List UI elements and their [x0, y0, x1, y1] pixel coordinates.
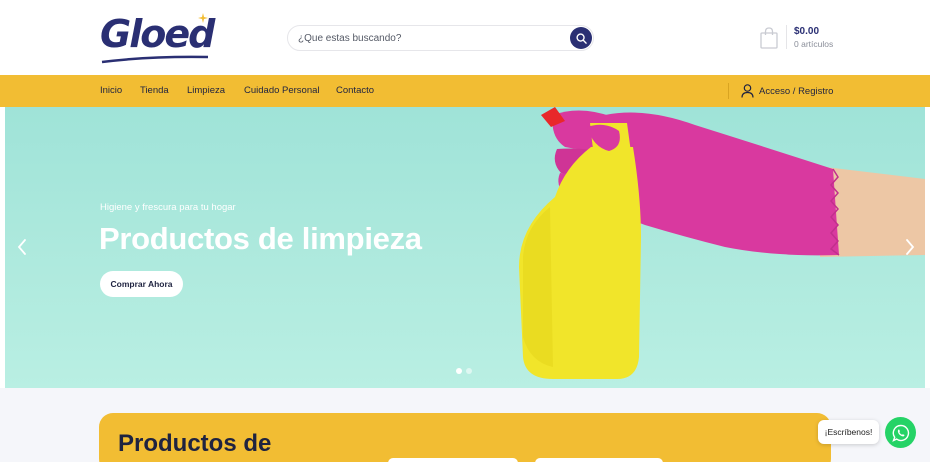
user-icon — [741, 84, 754, 98]
promo-title: Productos de — [118, 430, 272, 457]
logo-swoosh — [101, 55, 209, 64]
nav-item-cuidado-personal[interactable]: Cuidado Personal — [244, 85, 320, 96]
slider-dots — [456, 368, 472, 374]
nav-divider — [728, 83, 729, 99]
hero-subtitle: Higiene y frescura para tu hogar — [100, 202, 236, 213]
bag-icon[interactable] — [760, 27, 778, 49]
nav-item-limpieza[interactable]: Limpieza — [187, 85, 225, 96]
cart-divider — [786, 25, 787, 49]
site-header: Gloed $0.00 0 artículos — [0, 0, 930, 75]
main-nav: Inicio Tienda Limpieza Cuidado Personal … — [0, 75, 930, 107]
nav-item-inicio[interactable]: Inicio — [100, 85, 122, 96]
logo-sparkle — [198, 13, 208, 23]
cart-total[interactable]: $0.00 — [794, 26, 819, 37]
whatsapp-button[interactable] — [885, 417, 916, 448]
promo-tab-1[interactable] — [388, 458, 518, 462]
search-icon — [575, 32, 587, 44]
whatsapp-icon — [891, 424, 909, 442]
cart-count: 0 artículos — [794, 39, 834, 49]
logo[interactable]: Gloed — [100, 10, 215, 65]
slider-dot-1[interactable] — [456, 368, 462, 374]
account-label: Acceso / Registro — [759, 85, 834, 97]
hero-slider: Higiene y frescura para tu hogar Product… — [5, 107, 925, 388]
chevron-right-icon[interactable] — [903, 237, 917, 257]
nav-item-tienda[interactable]: Tienda — [140, 85, 169, 96]
nav-item-contacto[interactable]: Contacto — [336, 85, 374, 96]
hero-title: Productos de limpieza — [99, 221, 422, 256]
search-bar — [287, 25, 594, 51]
search-button[interactable] — [570, 27, 592, 49]
promo-tab-2[interactable] — [535, 458, 663, 462]
chevron-left-icon[interactable] — [15, 237, 29, 257]
shop-now-button[interactable]: Comprar Ahora — [100, 271, 183, 297]
account-link[interactable]: Acceso / Registro — [741, 83, 833, 99]
search-input[interactable] — [298, 30, 558, 47]
chat-label[interactable]: ¡Escríbenos! — [818, 420, 879, 444]
slider-dot-2[interactable] — [466, 368, 472, 374]
logo-text: Gloed — [100, 12, 215, 56]
